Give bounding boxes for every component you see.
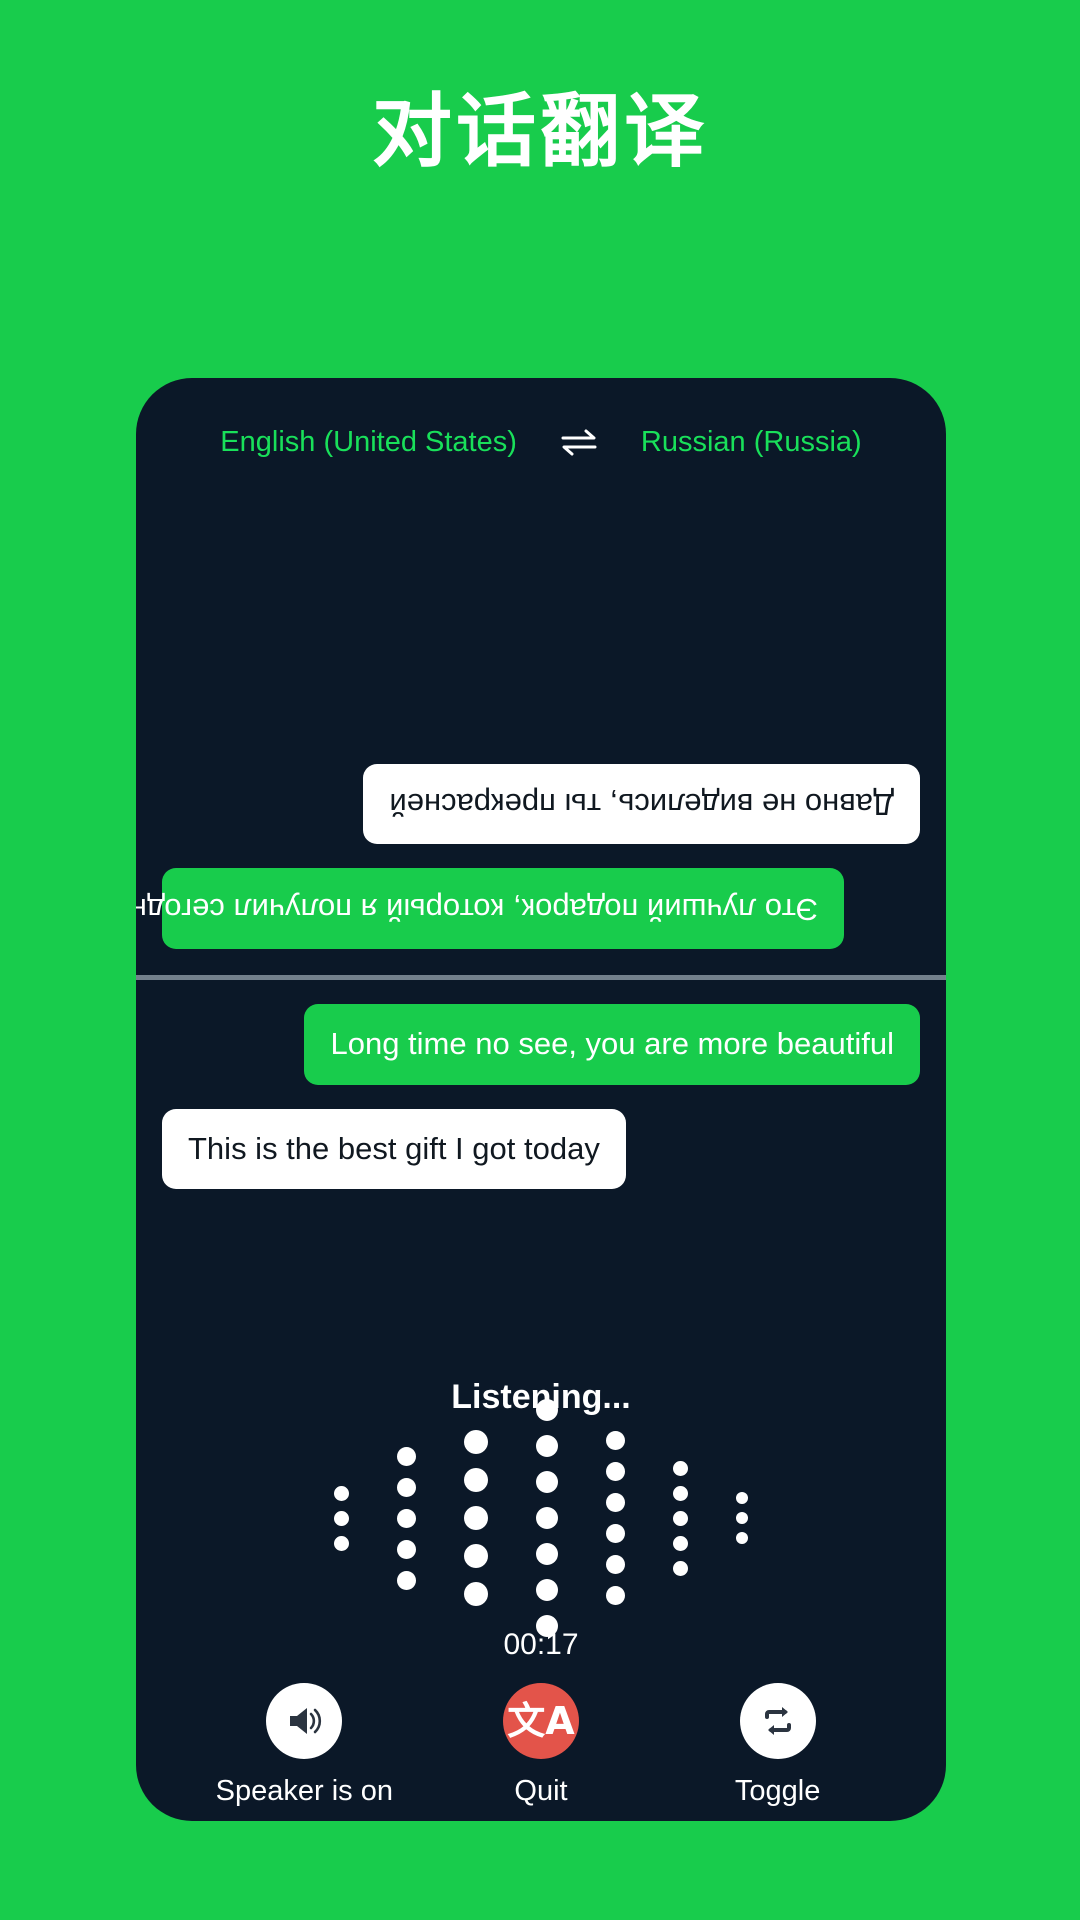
waveform-dot	[464, 1430, 488, 1454]
target-language-selector[interactable]: Russian (Russia)	[641, 426, 862, 459]
waveform-dot	[397, 1446, 416, 1466]
waveform-dot	[397, 1539, 416, 1559]
waveform-dot	[464, 1506, 488, 1530]
speaker-on-icon[interactable]	[266, 1683, 343, 1759]
toggle-direction-button[interactable]: Toggle	[668, 1683, 888, 1808]
audio-waveform-visualizer	[136, 1399, 946, 1637]
waveform-column	[334, 1481, 349, 1556]
swap-horizontal-icon[interactable]	[559, 427, 599, 457]
speaker-toggle-label: Speaker is on	[215, 1775, 393, 1807]
source-conversation-pane: Long time no see, you are more beautiful…	[136, 980, 946, 1213]
waveform-dot	[464, 1582, 488, 1606]
phone-card: English (United States) Russian (Russia)…	[136, 378, 946, 1821]
message-bubble-source-2[interactable]: This is the best gift I got today	[162, 1108, 626, 1190]
quit-button[interactable]: 文A Quit	[431, 1683, 651, 1808]
waveform-column	[673, 1456, 688, 1581]
waveform-dot	[736, 1512, 748, 1524]
waveform-dot	[536, 1435, 558, 1457]
waveform-dot	[397, 1508, 416, 1528]
waveform-column	[397, 1441, 416, 1596]
speaker-toggle-button[interactable]: Speaker is on	[194, 1683, 414, 1808]
translate-glyph: 文A	[507, 1699, 575, 1743]
waveform-dot	[673, 1460, 688, 1476]
waveform-dot	[606, 1524, 625, 1543]
waveform-dot	[536, 1399, 558, 1421]
waveform-dot	[397, 1570, 416, 1590]
waveform-dot	[606, 1555, 625, 1574]
message-bubble-translated-1[interactable]: Это лучший подарок, который я получил се…	[136, 868, 845, 949]
toggle-label: Toggle	[734, 1775, 821, 1807]
waveform-dot	[536, 1579, 558, 1601]
waveform-dot	[673, 1510, 688, 1526]
waveform-dot	[736, 1492, 748, 1504]
message-row: This is the best gift I got today	[136, 1108, 946, 1190]
translate-icon[interactable]: 文A	[502, 1683, 579, 1759]
waveform-dot	[334, 1485, 349, 1501]
waveform-dot	[464, 1544, 488, 1568]
waveform-dot	[334, 1510, 349, 1526]
waveform-dot	[606, 1431, 625, 1450]
waveform-dot	[334, 1535, 349, 1551]
waveform-dot	[536, 1507, 558, 1529]
waveform-dot	[736, 1532, 748, 1544]
waveform-dot	[673, 1535, 688, 1551]
waveform-dot	[536, 1471, 558, 1493]
waveform-dot	[673, 1485, 688, 1501]
message-row: Long time no see, you are more beautiful	[136, 1004, 946, 1085]
waveform-dot	[464, 1468, 488, 1492]
waveform-column	[536, 1392, 558, 1644]
control-bar: Speaker is on 文A Quit Toggle	[136, 1683, 946, 1808]
waveform-dot	[397, 1477, 416, 1497]
quit-label: Quit	[514, 1775, 568, 1807]
language-bar: English (United States) Russian (Russia)	[136, 406, 946, 478]
waveform-column	[736, 1488, 748, 1548]
recording-timer: 00:17	[503, 1628, 579, 1661]
waveform-column	[606, 1425, 625, 1611]
message-row: Это лучший подарок, который я получил се…	[136, 868, 946, 949]
message-bubble-translated-2[interactable]: Давно не виделись, ты прекрасней	[363, 763, 920, 845]
waveform-dot	[536, 1543, 558, 1565]
waveform-dot	[606, 1493, 625, 1512]
waveform-dot	[606, 1586, 625, 1605]
translated-conversation-pane: Это лучший подарок, который я получил се…	[136, 478, 946, 971]
waveform-column	[464, 1423, 488, 1613]
waveform-dot	[673, 1560, 688, 1576]
message-bubble-source-1[interactable]: Long time no see, you are more beautiful	[304, 1004, 920, 1085]
page-title: 对话翻译	[372, 85, 708, 178]
source-language-selector[interactable]: English (United States)	[220, 426, 517, 459]
message-row: Давно не виделись, ты прекрасней	[136, 763, 946, 845]
swap-repeat-icon[interactable]	[739, 1683, 816, 1759]
waveform-dot	[606, 1462, 625, 1481]
